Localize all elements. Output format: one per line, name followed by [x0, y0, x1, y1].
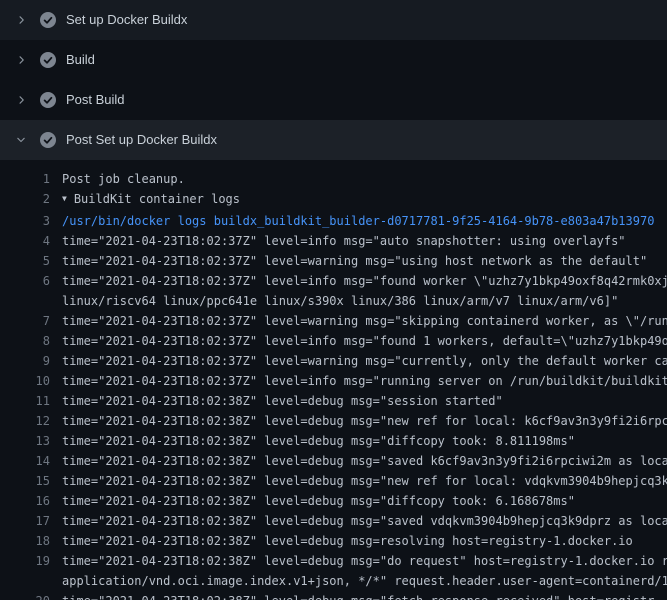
- log-line-text: time="2021-04-23T18:02:38Z" level=debug …: [50, 451, 667, 471]
- log-line: 18 time="2021-04-23T18:02:38Z" level=deb…: [0, 531, 667, 551]
- log-line-number[interactable]: 4: [0, 231, 50, 251]
- log-line: 20 time="2021-04-23T18:02:38Z" level=deb…: [0, 591, 667, 600]
- log-line-number[interactable]: 5: [0, 251, 50, 271]
- log-line: 4 time="2021-04-23T18:02:37Z" level=info…: [0, 231, 667, 251]
- log-line-text: linux/riscv64 linux/ppc641e linux/s390x …: [50, 291, 618, 311]
- log-line-number[interactable]: 11: [0, 391, 50, 411]
- log-line-text: time="2021-04-23T18:02:37Z" level=info m…: [50, 271, 667, 291]
- step-section-list: Set up Docker Buildx Build Post Build: [0, 0, 667, 160]
- log-line-text: /usr/bin/docker logs buildx_buildkit_bui…: [50, 211, 654, 231]
- log-line-text: time="2021-04-23T18:02:37Z" level=warnin…: [50, 311, 667, 331]
- log-line-text: time="2021-04-23T18:02:38Z" level=debug …: [50, 471, 667, 491]
- chevron-right-icon: [13, 92, 29, 108]
- chevron-right-icon: [13, 12, 29, 28]
- log-line-text: time="2021-04-23T18:02:37Z" level=warnin…: [50, 251, 647, 271]
- log-line-number[interactable]: 2: [0, 189, 50, 211]
- log-line-text: time="2021-04-23T18:02:38Z" level=debug …: [50, 511, 667, 531]
- check-circle-icon: [40, 132, 56, 148]
- log-line-number[interactable]: 1: [0, 169, 50, 189]
- log-lines: 1 Post job cleanup. 2 ▼BuildKit containe…: [0, 160, 667, 600]
- log-line-text: time="2021-04-23T18:02:38Z" level=debug …: [50, 431, 575, 451]
- chevron-down-icon: [13, 132, 29, 148]
- log-line-text: time="2021-04-23T18:02:38Z" level=debug …: [50, 551, 667, 571]
- log-line-number[interactable]: 19: [0, 551, 50, 571]
- chevron-right-icon: [13, 52, 29, 68]
- log-line: 9 time="2021-04-23T18:02:37Z" level=warn…: [0, 351, 667, 371]
- log-line-number[interactable]: 7: [0, 311, 50, 331]
- section-label: Post Set up Docker Buildx: [66, 132, 217, 148]
- log-line: 10 time="2021-04-23T18:02:37Z" level=inf…: [0, 371, 667, 391]
- check-circle-icon: [40, 52, 56, 68]
- section-row-post-build[interactable]: Post Build: [0, 80, 667, 120]
- log-line-text: Post job cleanup.: [50, 169, 185, 189]
- log-line: 17 time="2021-04-23T18:02:38Z" level=deb…: [0, 511, 667, 531]
- log-line: 1 Post job cleanup.: [0, 169, 667, 189]
- log-line-number[interactable]: 8: [0, 331, 50, 351]
- section-row-build[interactable]: Build: [0, 40, 667, 80]
- log-line-number[interactable]: 20: [0, 591, 50, 600]
- log-line-number[interactable]: 16: [0, 491, 50, 511]
- group-toggle-icon[interactable]: ▼: [62, 189, 67, 209]
- log-line-text: time="2021-04-23T18:02:38Z" level=debug …: [50, 531, 633, 551]
- log-line-number[interactable]: [0, 571, 50, 591]
- log-line: 19 time="2021-04-23T18:02:38Z" level=deb…: [0, 551, 667, 571]
- log-line-number[interactable]: 18: [0, 531, 50, 551]
- section-label: Build: [66, 52, 95, 68]
- log-line: 14 time="2021-04-23T18:02:38Z" level=deb…: [0, 451, 667, 471]
- section-label: Post Build: [66, 92, 125, 108]
- log-line: 5 time="2021-04-23T18:02:37Z" level=warn…: [0, 251, 667, 271]
- log-line: application/vnd.oci.image.index.v1+json,…: [0, 571, 667, 591]
- log-line: linux/riscv64 linux/ppc641e linux/s390x …: [0, 291, 667, 311]
- log-line: 13 time="2021-04-23T18:02:38Z" level=deb…: [0, 431, 667, 451]
- section-label: Set up Docker Buildx: [66, 12, 187, 28]
- log-line-text: ▼BuildKit container logs: [50, 189, 240, 211]
- log-line: 16 time="2021-04-23T18:02:38Z" level=deb…: [0, 491, 667, 511]
- log-line: 6 time="2021-04-23T18:02:37Z" level=info…: [0, 271, 667, 291]
- actions-log-viewer: Set up Docker Buildx Build Post Build: [0, 0, 667, 600]
- log-line-text: time="2021-04-23T18:02:38Z" level=debug …: [50, 491, 575, 511]
- log-line-number[interactable]: 14: [0, 451, 50, 471]
- log-line-text: time="2021-04-23T18:02:37Z" level=info m…: [50, 331, 667, 351]
- log-line: 11 time="2021-04-23T18:02:38Z" level=deb…: [0, 391, 667, 411]
- log-line: 8 time="2021-04-23T18:02:37Z" level=info…: [0, 331, 667, 351]
- log-line-text: time="2021-04-23T18:02:37Z" level=info m…: [50, 231, 626, 251]
- log-line-number[interactable]: 15: [0, 471, 50, 491]
- section-row-set-up-docker-buildx[interactable]: Set up Docker Buildx: [0, 0, 667, 40]
- log-line-number[interactable]: 10: [0, 371, 50, 391]
- log-line: 7 time="2021-04-23T18:02:37Z" level=warn…: [0, 311, 667, 331]
- log-line-number[interactable]: 6: [0, 271, 50, 291]
- log-line: 12 time="2021-04-23T18:02:38Z" level=deb…: [0, 411, 667, 431]
- log-line-number[interactable]: 13: [0, 431, 50, 451]
- log-line[interactable]: 2 ▼BuildKit container logs: [0, 189, 667, 211]
- log-line-number[interactable]: 17: [0, 511, 50, 531]
- section-row-post-set-up-docker-buildx[interactable]: Post Set up Docker Buildx: [0, 120, 667, 160]
- log-line-text: time="2021-04-23T18:02:37Z" level=warnin…: [50, 351, 667, 371]
- check-circle-icon: [40, 92, 56, 108]
- log-line: 15 time="2021-04-23T18:02:38Z" level=deb…: [0, 471, 667, 491]
- log-line-number[interactable]: [0, 291, 50, 311]
- check-circle-icon: [40, 12, 56, 28]
- log-line-number[interactable]: 12: [0, 411, 50, 431]
- log-line-text: time="2021-04-23T18:02:38Z" level=debug …: [50, 411, 667, 431]
- log-line-text: time="2021-04-23T18:02:37Z" level=info m…: [50, 371, 667, 391]
- log-line-text: time="2021-04-23T18:02:38Z" level=debug …: [50, 391, 503, 411]
- log-line-text: time="2021-04-23T18:02:38Z" level=debug …: [50, 591, 654, 600]
- log-line: 3 /usr/bin/docker logs buildx_buildkit_b…: [0, 211, 667, 231]
- log-line-number[interactable]: 3: [0, 211, 50, 231]
- log-line-number[interactable]: 9: [0, 351, 50, 371]
- log-line-text: application/vnd.oci.image.index.v1+json,…: [50, 571, 667, 591]
